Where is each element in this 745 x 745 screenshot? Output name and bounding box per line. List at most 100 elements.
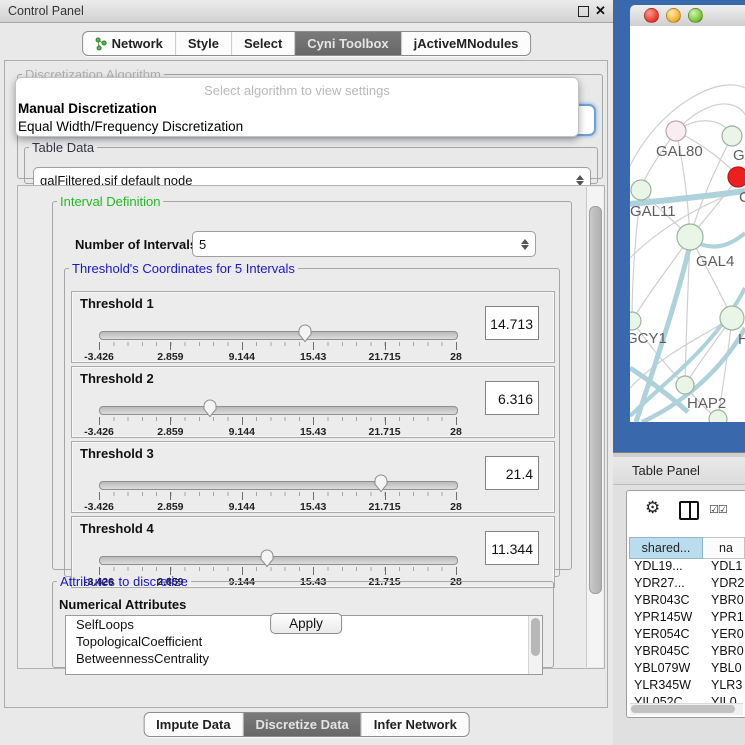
table-row[interactable]: YLR345WYLR3 [629,678,745,695]
list-scrollbar[interactable] [528,616,542,674]
number-of-intervals-combobox[interactable]: 5 [192,231,536,257]
table-row[interactable]: YER054CYER0 [629,627,745,644]
algorithm-dropdown-popup: Select algorithm to view settings Manual… [15,77,579,137]
table-panel-body: ⚙ ☑☑ shared... na YDL19...YDL1 YDR27...Y… [626,490,745,718]
tab-style[interactable]: Style [176,32,232,55]
combo-arrows-icon [576,175,584,186]
tab-select[interactable]: Select [232,32,295,55]
node-gcy1[interactable] [630,312,641,330]
zoom-traffic-light-icon[interactable] [688,8,703,23]
node-hap2[interactable] [676,376,694,394]
tab-infer-network[interactable]: Infer Network [362,713,469,736]
table-row[interactable]: YBR045CYBR0 [629,644,745,661]
attributes-group-title: Attributes to discretize [57,574,191,589]
minimize-traffic-light-icon[interactable] [666,8,681,23]
node-label-partial-c: C [739,189,745,206]
thresholds-group-title: Threshold's Coordinates for 5 Intervals [69,261,298,276]
node-gal4[interactable] [677,224,703,250]
column-header-shared-name[interactable]: shared... [629,537,703,559]
close-traffic-light-icon[interactable] [644,8,659,23]
node-selected-red[interactable] [728,167,745,187]
slider-thumb[interactable] [202,399,218,418]
window-title: Control Panel [8,4,84,18]
threshold-1-slider[interactable]: -3.4262.8599.14415.4321.71528 [99,328,456,360]
node-label-gcy1: GCY1 [630,330,667,347]
float-window-icon[interactable] [578,6,589,17]
table-horizontal-scrollbar[interactable] [630,703,743,715]
table-row[interactable]: YBL079WYBL0 [629,661,745,678]
threshold-3-panel: Threshold 3 -3.4262.8599.14415.4321.7152… [71,441,555,513]
numerical-attributes-label: Numerical Attributes [59,597,186,612]
node-label-partial-ga: GA [733,147,745,164]
node-top-right[interactable] [722,126,742,146]
node-label-partial-h: H [738,331,745,348]
slider-track[interactable] [99,481,458,490]
node-gal80[interactable] [666,121,686,141]
threshold-1-value[interactable]: 14.713 [485,306,539,340]
algorithm-settings-panel: Interval Definition Number of Intervals … [17,185,605,669]
threshold-2-panel: Threshold 2 -3.4262.8599.14415.4321.7152… [71,366,555,438]
column-header-name[interactable]: na [703,537,745,559]
scrollbar-thumb[interactable] [589,206,602,594]
tab-discretize-data[interactable]: Discretize Data [244,713,362,736]
table-panel-title: Table Panel [632,463,700,478]
scrollbar-thumb[interactable] [531,618,540,656]
table-row[interactable]: YPR145WYPR1 [629,610,745,627]
cyni-toolbox-panel: Discretization Algorithm Table Data galF… [4,60,608,708]
threshold-2-slider[interactable]: -3.4262.8599.14415.4321.71528 [99,403,456,435]
popup-option-equal-width-frequency[interactable]: Equal Width/Frequency Discretization [16,118,578,136]
threshold-4-value[interactable]: 11.344 [485,531,539,565]
popup-placeholder: Select algorithm to view settings [16,78,578,100]
slider-thumb[interactable] [259,549,275,568]
threshold-3-slider[interactable]: -3.4262.8599.14415.4321.71528 [99,478,456,510]
network-canvas[interactable]: GAL80 GA C GAL11 GAL4 GCY1 H HAP2 [630,26,745,422]
table-panel-titlebar: Table Panel [613,457,745,485]
list-item[interactable]: TopologicalCoefficient [66,633,542,650]
list-item[interactable]: BetweennessCentrality [66,650,542,667]
slider-track[interactable] [99,556,458,565]
gear-icon[interactable]: ⚙ [645,499,660,516]
popup-option-manual-discretization[interactable]: Manual Discretization [16,100,578,118]
close-window-icon[interactable]: ✕ [595,3,606,19]
network-view-window: GAL80 GA C GAL11 GAL4 GCY1 H HAP2 [613,0,745,452]
threshold-3-value[interactable]: 21.4 [485,456,539,490]
control-panel-window: Control Panel ✕ Network Style Select Cyn… [0,0,614,745]
tab-network[interactable]: Network [83,32,176,55]
thresholds-group: Threshold's Coordinates for 5 Intervals … [64,261,560,577]
scrollbar-thumb[interactable] [631,705,735,713]
tab-impute-data[interactable]: Impute Data [144,713,243,736]
column-split-icon[interactable] [679,501,699,520]
interval-definition-title: Interval Definition [57,194,163,209]
tab-network-label: Network [112,36,163,51]
number-of-intervals-label: Number of Intervals [75,237,197,252]
control-panel-tabbar: Network Style Select Cyni Toolbox jActiv… [82,31,532,56]
cyni-mode-tabbar: Impute Data Discretize Data Infer Networ… [143,712,470,737]
table-row[interactable]: YBR043CYBR0 [629,593,745,610]
select-columns-icon[interactable]: ☑☑ [709,503,727,516]
node-h[interactable] [720,306,744,330]
table-header-row: shared... na [629,537,745,559]
combo-arrows-icon [521,239,529,250]
interval-definition-group: Interval Definition Number of Intervals … [52,194,572,570]
network-window-titlebar [630,5,745,27]
network-graph: GAL80 GA C GAL11 GAL4 GCY1 H HAP2 [630,26,745,422]
table-data-group: Table Data galFiltered.sif default node [24,140,598,184]
table-row[interactable]: YDL19...YDL1 [629,559,745,576]
tab-cyni-toolbox[interactable]: Cyni Toolbox [295,32,401,55]
slider-thumb[interactable] [297,324,313,343]
node-label-gal11: GAL11 [630,203,676,220]
tab-jactivemnodules[interactable]: jActiveMNodules [402,32,531,55]
table-row[interactable]: YDR27...YDR2 [629,576,745,593]
control-panel-titlebar: Control Panel ✕ [0,0,613,23]
table-rows: YDL19...YDL1 YDR27...YDR2 YBR043CYBR0 YP… [629,559,745,712]
threshold-2-value[interactable]: 6.316 [485,381,539,415]
slider-track[interactable] [99,331,458,340]
network-icon [95,37,107,51]
slider-thumb[interactable] [373,474,389,493]
settings-scrollbar[interactable] [586,187,603,667]
node-label-gal4: GAL4 [696,253,734,270]
apply-button[interactable]: Apply [270,613,342,634]
node-gal11[interactable] [631,180,651,200]
slider-track[interactable] [99,406,458,415]
threshold-1-panel: Threshold 1 -3.4262.8599.14415.4321.7152… [71,291,555,363]
